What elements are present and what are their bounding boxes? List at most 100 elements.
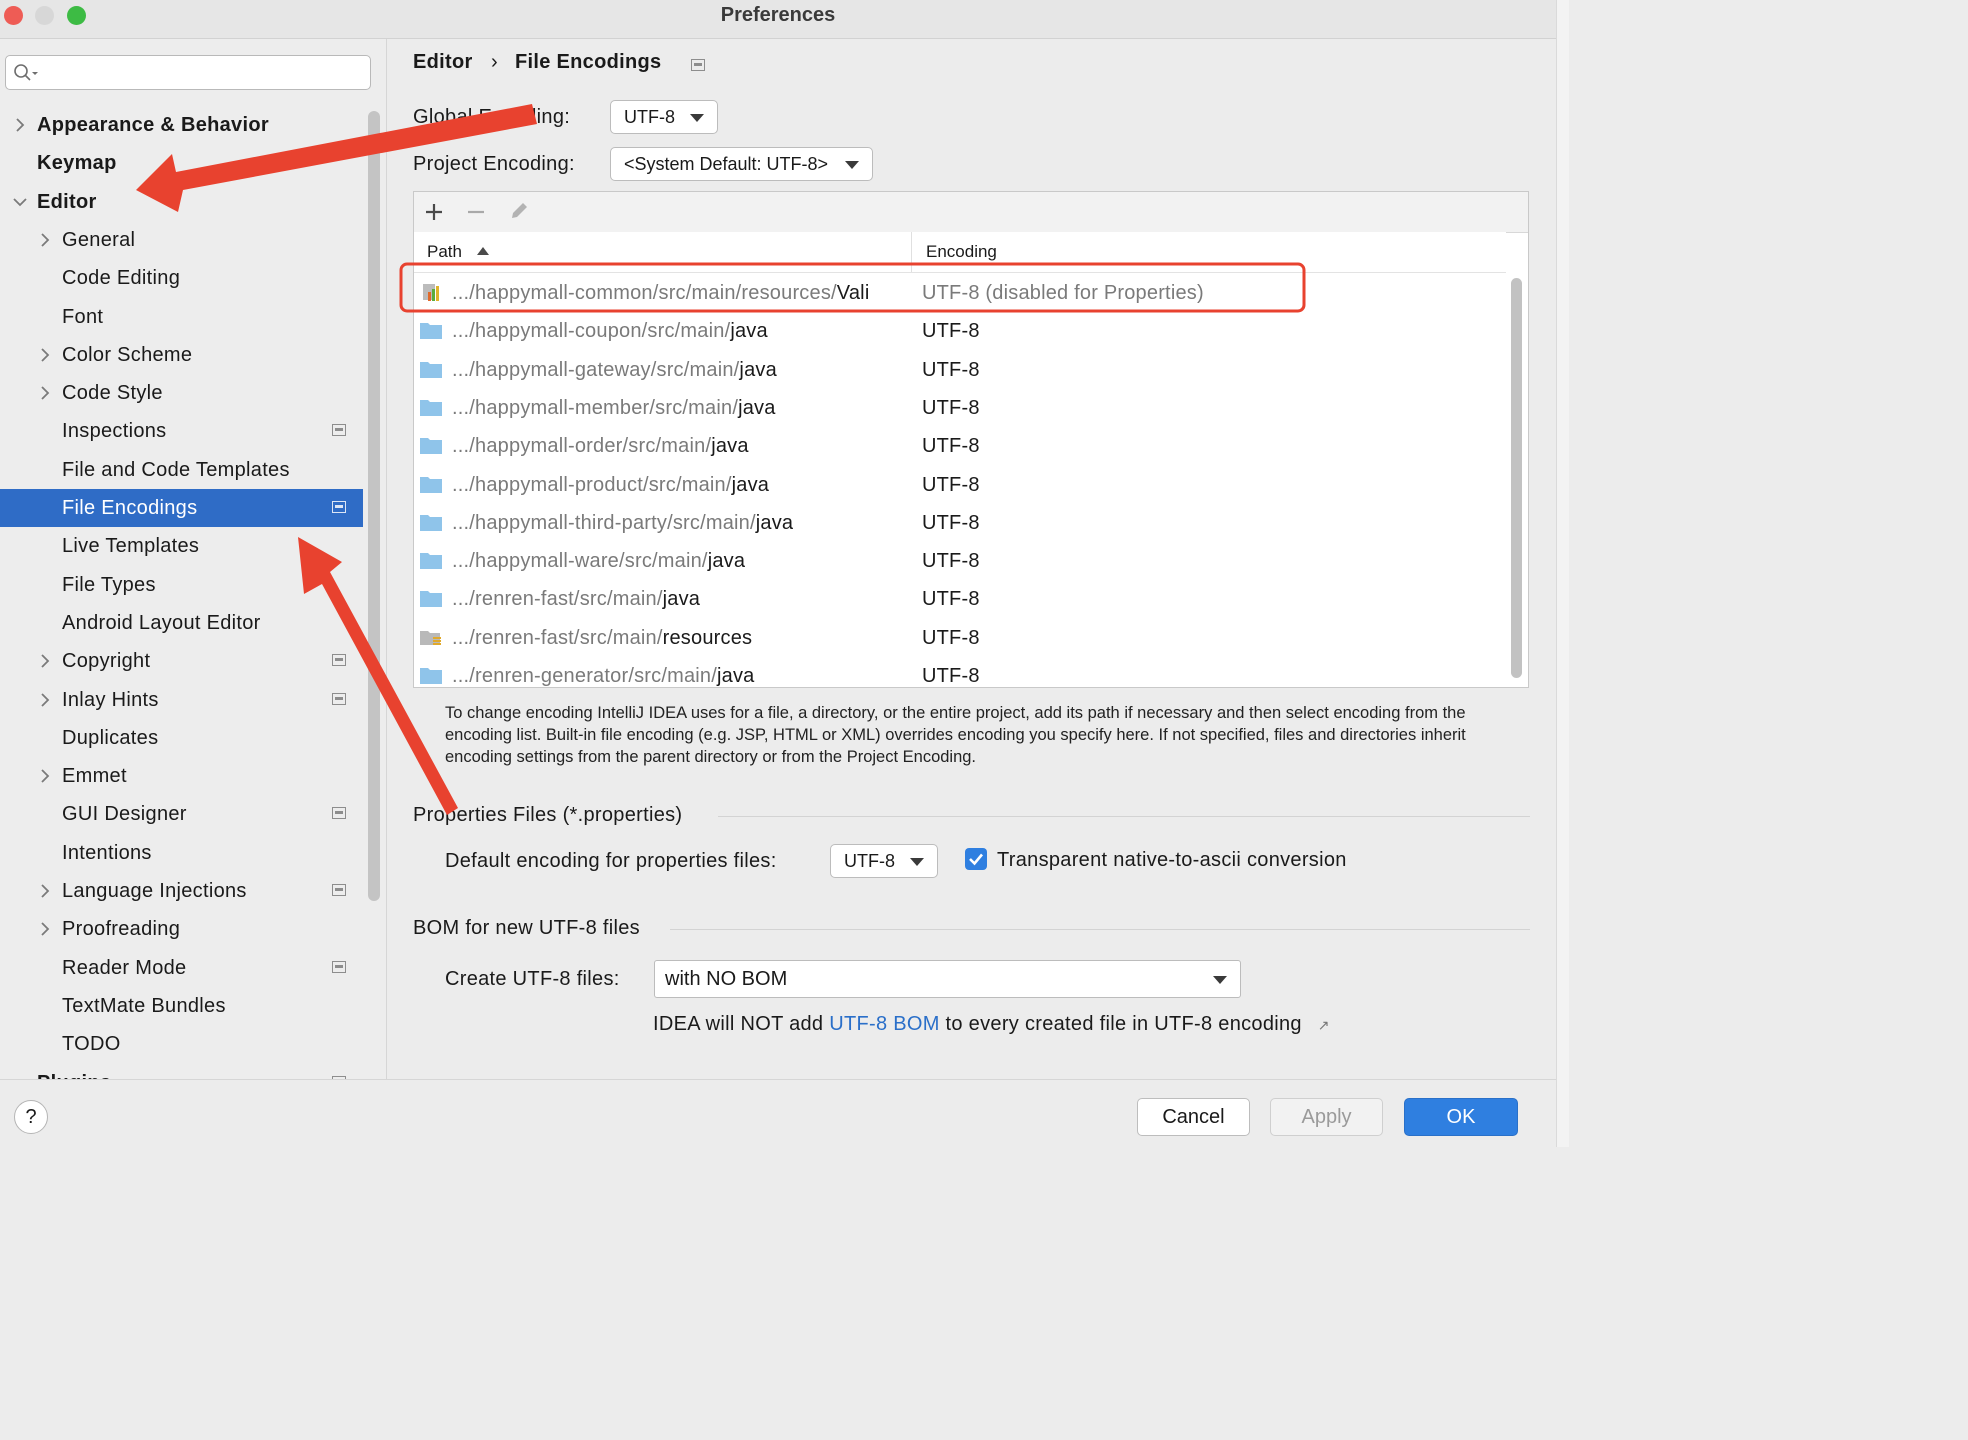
row-encoding[interactable]: UTF-8	[922, 504, 980, 542]
table-row[interactable]: .../happymall-ware/src/main/java UTF-8	[414, 542, 1506, 580]
chevron-down-icon[interactable]	[12, 194, 28, 210]
sidebar-item-plugins[interactable]: Plugins	[0, 1064, 363, 1079]
dropdown-arrow-icon	[1213, 976, 1227, 984]
sidebar-item-keymap[interactable]: Keymap	[0, 144, 363, 182]
row-encoding[interactable]: UTF-8	[922, 542, 980, 580]
sidebar-item-code-style[interactable]: Code Style	[0, 374, 363, 412]
path-prefix: .../renren-fast/src/main/	[452, 626, 663, 649]
row-encoding[interactable]: UTF-8	[922, 427, 980, 465]
table-row[interactable]: .../happymall-common/src/main/resources/…	[414, 274, 1506, 312]
sidebar-item-general[interactable]: General	[0, 221, 363, 259]
sidebar-item-label: Emmet	[62, 765, 127, 788]
folder-icon	[420, 438, 442, 455]
sidebar-item-label: File Encodings	[62, 497, 198, 519]
sidebar-item-label: Duplicates	[62, 726, 159, 749]
ok-button[interactable]: OK	[1404, 1098, 1518, 1136]
help-button[interactable]: ?	[14, 1100, 48, 1134]
table-row[interactable]: .../renren-fast/src/main/resources UTF-8	[414, 619, 1506, 657]
row-encoding[interactable]: UTF-8	[922, 351, 980, 389]
table-scrollbar[interactable]	[1511, 278, 1522, 678]
sidebar-item-live-templates[interactable]: Live Templates	[0, 527, 363, 565]
chevron-right-icon[interactable]	[37, 921, 53, 937]
sidebar-item-proofreading[interactable]: Proofreading	[0, 910, 363, 948]
sidebar-item-android-layout-editor[interactable]: Android Layout Editor	[0, 604, 363, 642]
sidebar-item-todo[interactable]: TODO	[0, 1025, 363, 1063]
checkmark-icon	[969, 853, 983, 866]
sidebar-item-copyright[interactable]: Copyright	[0, 642, 363, 680]
row-encoding[interactable]: UTF-8	[922, 580, 980, 618]
sidebar-item-editor[interactable]: Editor	[0, 183, 363, 221]
table-row[interactable]: .../happymall-order/src/main/java UTF-8	[414, 427, 1506, 465]
table-row[interactable]: .../renren-generator/src/main/java UTF-8	[414, 657, 1506, 687]
sidebar-item-reader-mode[interactable]: Reader Mode	[0, 949, 363, 987]
sidebar-item-code-editing[interactable]: Code Editing	[0, 259, 363, 297]
add-icon[interactable]	[424, 202, 444, 222]
sidebar-item-label: Editor	[37, 190, 97, 213]
table-row[interactable]: .../happymall-member/src/main/java UTF-8	[414, 389, 1506, 427]
sidebar-item-language-injections[interactable]: Language Injections	[0, 872, 363, 910]
sidebar-item-file-and-code-templates[interactable]: File and Code Templates	[0, 451, 363, 489]
row-encoding[interactable]: UTF-8	[922, 657, 980, 687]
sidebar-item-textmate-bundles[interactable]: TextMate Bundles	[0, 987, 363, 1025]
table-row[interactable]: .../happymall-coupon/src/main/java UTF-8	[414, 312, 1506, 350]
search-input[interactable]	[44, 60, 368, 86]
utf8-bom-link[interactable]: UTF-8 BOM	[829, 1013, 939, 1035]
global-encoding-select[interactable]: UTF-8	[610, 100, 718, 134]
row-encoding[interactable]: UTF-8	[922, 389, 980, 427]
sidebar-scrollbar[interactable]	[368, 111, 380, 901]
path-prefix: .../happymall-third-party/src/main/	[452, 511, 756, 534]
chevron-right-icon[interactable]	[37, 653, 53, 669]
row-path: .../happymall-member/src/main/java	[452, 389, 912, 427]
table-row[interactable]: .../happymall-product/src/main/java UTF-8	[414, 466, 1506, 504]
dropdown-arrow-icon	[845, 161, 859, 169]
remove-icon[interactable]	[466, 202, 486, 222]
properties-encoding-value: UTF-8	[844, 851, 895, 871]
breadcrumb-separator: ›	[491, 51, 498, 73]
sidebar-item-emmet[interactable]: Emmet	[0, 757, 363, 795]
row-path: .../renren-fast/src/main/resources	[452, 619, 912, 657]
row-encoding[interactable]: UTF-8 (disabled for Properties)	[922, 274, 1204, 312]
chevron-right-icon[interactable]	[37, 347, 53, 363]
sidebar-item-inspections[interactable]: Inspections	[0, 412, 363, 450]
native-to-ascii-checkbox[interactable]	[965, 848, 987, 870]
table-row[interactable]: .../happymall-third-party/src/main/java U…	[414, 504, 1506, 542]
chevron-right-icon[interactable]	[37, 692, 53, 708]
sidebar-item-file-types[interactable]: File Types	[0, 566, 363, 604]
sidebar-item-color-scheme[interactable]: Color Scheme	[0, 336, 363, 374]
edit-icon[interactable]	[508, 200, 530, 222]
row-encoding[interactable]: UTF-8	[922, 619, 980, 657]
column-header-path[interactable]: Path	[427, 242, 462, 262]
sidebar-item-appearance-behavior[interactable]: Appearance & Behavior	[0, 106, 363, 144]
create-utf8-select[interactable]: with NO BOM	[654, 960, 1241, 998]
chevron-right-icon[interactable]	[37, 768, 53, 784]
project-settings-icon	[691, 59, 705, 71]
file-encodings-panel: Editor › File Encodings Global Encoding:…	[387, 39, 1556, 1079]
sidebar-item-duplicates[interactable]: Duplicates	[0, 719, 363, 757]
row-encoding[interactable]: UTF-8	[922, 312, 980, 350]
native-to-ascii-label[interactable]: Transparent native-to-ascii conversion	[997, 849, 1347, 872]
properties-encoding-select[interactable]: UTF-8	[830, 844, 938, 878]
cancel-button[interactable]: Cancel	[1137, 1098, 1250, 1136]
sidebar-item-file-encodings[interactable]: File Encodings	[0, 489, 363, 527]
chevron-right-icon[interactable]	[12, 117, 28, 133]
sidebar-item-gui-designer[interactable]: GUI Designer	[0, 795, 363, 833]
project-encoding-select[interactable]: <System Default: UTF-8>	[610, 147, 873, 181]
search-field[interactable]	[5, 55, 371, 90]
breadcrumb-editor[interactable]: Editor	[413, 51, 473, 74]
column-header-encoding[interactable]: Encoding	[926, 242, 997, 262]
sidebar-item-label: Color Scheme	[62, 343, 193, 366]
folder-icon	[420, 323, 442, 340]
folder-icon	[420, 553, 442, 570]
apply-button[interactable]: Apply	[1270, 1098, 1383, 1136]
table-row[interactable]: .../renren-fast/src/main/java UTF-8	[414, 580, 1506, 618]
chevron-right-icon[interactable]	[37, 232, 53, 248]
chevron-right-icon[interactable]	[37, 385, 53, 401]
column-divider[interactable]	[911, 232, 912, 272]
chevron-right-icon[interactable]	[37, 883, 53, 899]
sidebar-item-intentions[interactable]: Intentions	[0, 834, 363, 872]
table-row[interactable]: .../happymall-gateway/src/main/java UTF-8	[414, 351, 1506, 389]
sidebar-item-font[interactable]: Font	[0, 298, 363, 336]
row-encoding[interactable]: UTF-8	[922, 466, 980, 504]
global-encoding-value: UTF-8	[624, 107, 675, 127]
sidebar-item-inlay-hints[interactable]: Inlay Hints	[0, 681, 363, 719]
